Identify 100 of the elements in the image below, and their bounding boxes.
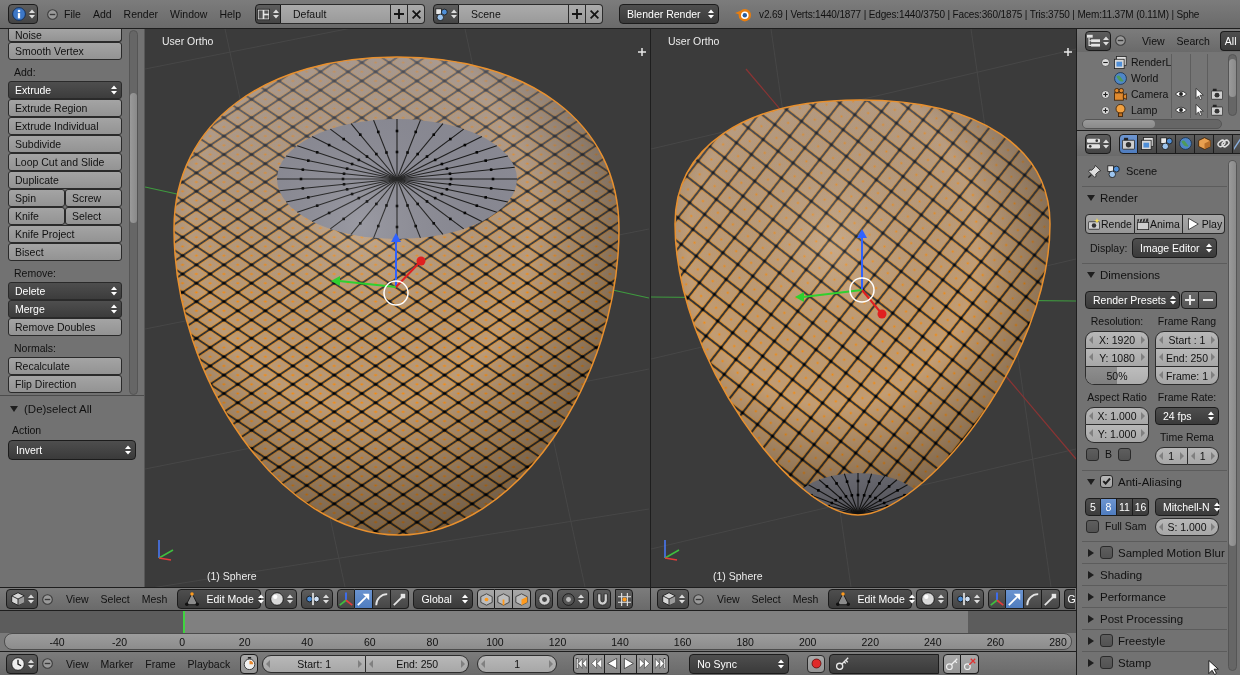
panel-header[interactable]: Stamp [1082, 652, 1227, 673]
sample-option[interactable]: 16 [1133, 498, 1149, 516]
transform-gizmo-icon[interactable] [795, 229, 887, 319]
tool-button[interactable]: Spin [8, 189, 65, 207]
render-action-button[interactable]: Anima [1134, 214, 1183, 234]
checkbox[interactable] [1100, 546, 1113, 559]
panel-header[interactable]: Sampled Motion Blur [1082, 542, 1227, 563]
scene-name-field[interactable]: Scene [459, 4, 570, 24]
properties-tab[interactable] [1119, 133, 1138, 154]
sync-dropdown[interactable]: No Sync [689, 653, 790, 674]
number-field[interactable]: End: 250 [1155, 349, 1219, 367]
end-frame-field[interactable]: End: 250 [366, 654, 470, 673]
add-button[interactable] [391, 4, 409, 24]
panel-header[interactable]: Shading [1082, 564, 1227, 585]
tool-dropdown[interactable]: Merge [8, 300, 122, 318]
keying-set-field[interactable] [829, 653, 940, 674]
number-field[interactable]: 1 [1155, 447, 1188, 465]
manipulator-button[interactable] [373, 589, 392, 609]
properties-tab[interactable] [1233, 133, 1240, 154]
scrollbar[interactable] [129, 30, 138, 395]
previous-key-button[interactable] [589, 653, 606, 674]
sample-option[interactable]: 5 [1085, 498, 1101, 516]
manipulator-toggle[interactable] [988, 589, 1007, 609]
pin-icon[interactable] [1088, 164, 1101, 178]
editor-type-button[interactable] [1085, 133, 1111, 154]
number-field[interactable]: X: 1920 [1085, 331, 1149, 349]
shading-dropdown[interactable] [916, 589, 949, 609]
minus-circle-icon[interactable] [42, 658, 53, 669]
plus-icon[interactable] [638, 48, 646, 56]
checkbox[interactable] [1100, 656, 1113, 669]
outliner-item[interactable]: World [1131, 72, 1159, 84]
shading-dropdown[interactable] [265, 589, 298, 609]
number-field[interactable]: S: 1.000 [1155, 518, 1219, 536]
tool-button[interactable]: Screw [65, 189, 122, 207]
properties-tab[interactable] [1138, 133, 1157, 154]
minus-circle-icon[interactable] [47, 8, 58, 20]
camera-icon[interactable] [1210, 104, 1223, 116]
edge-select-button[interactable] [495, 589, 514, 609]
scrollbar-thumb[interactable] [130, 93, 137, 223]
panel-header[interactable]: Performance [1082, 586, 1227, 607]
checkbox[interactable] [1086, 447, 1099, 461]
plus-icon[interactable] [1064, 48, 1072, 56]
menu-item[interactable]: File [58, 8, 87, 20]
tool-dropdown[interactable]: Delete [8, 282, 122, 300]
tool-button[interactable]: Extrude Individual [8, 117, 122, 135]
close-button[interactable] [586, 4, 604, 24]
editor-type-button[interactable] [8, 4, 38, 24]
scrollbar-thumb[interactable] [1229, 59, 1236, 97]
tool-button[interactable]: Select [65, 207, 122, 225]
menu-item[interactable]: Mesh [135, 593, 174, 605]
menu-item[interactable]: Playback [181, 657, 237, 670]
menu-item[interactable]: View [60, 593, 95, 605]
start-frame-field[interactable]: Start: 1 [262, 654, 367, 673]
manipulator-toggle[interactable] [337, 589, 356, 609]
eye-icon[interactable] [1175, 88, 1187, 100]
render-engine-dropdown[interactable]: Blender Render [619, 4, 720, 24]
editor-type-button[interactable] [6, 589, 38, 609]
transform-gizmo-icon[interactable] [331, 233, 426, 306]
context-label[interactable]: Scene [1126, 165, 1158, 177]
menu-item[interactable]: View [711, 593, 746, 605]
filter-dropdown[interactable]: Mitchell-N [1155, 498, 1219, 516]
mode-dropdown[interactable]: Edit Mode [177, 589, 262, 609]
pointer-arrow-icon[interactable] [1193, 104, 1205, 116]
menu-item[interactable]: Select [745, 593, 787, 605]
display-dropdown[interactable]: Image Editor [1132, 238, 1217, 258]
camera-icon[interactable] [1210, 88, 1223, 100]
menu-item[interactable]: Add [86, 8, 118, 20]
remove-preset-button[interactable] [1199, 291, 1217, 309]
expand-toggle-icon[interactable] [1101, 105, 1110, 115]
menu-item[interactable]: Render [117, 8, 165, 20]
panel-header[interactable]: (De)select All [8, 399, 136, 419]
proportional-edit-dropdown[interactable] [557, 589, 590, 609]
tool-button[interactable]: Noise [8, 29, 122, 42]
tool-button[interactable]: Flip Direction [8, 375, 122, 393]
number-field[interactable]: Y: 1080 [1085, 349, 1149, 367]
panel-header[interactable]: Freestyle [1082, 630, 1227, 651]
number-field[interactable]: Start : 1 [1155, 331, 1219, 349]
insert-keyframe-button[interactable] [943, 653, 962, 674]
number-field[interactable]: 1 [1187, 447, 1219, 465]
manipulator-button[interactable] [1024, 589, 1043, 609]
menu-item[interactable]: Select [94, 593, 136, 605]
properties-tab[interactable] [1214, 133, 1233, 154]
orientation-dropdown[interactable]: G [1064, 589, 1076, 609]
manipulator-button[interactable] [355, 589, 374, 609]
frame-rate-dropdown[interactable]: 24 fps [1155, 407, 1219, 425]
checkbox[interactable] [1100, 634, 1113, 647]
tool-button[interactable]: Subdivide [8, 135, 122, 153]
jump-end-button[interactable] [653, 653, 670, 674]
render-action-button[interactable]: Rende [1085, 214, 1135, 234]
menu-item[interactable]: View [1136, 34, 1171, 47]
scrollbar[interactable] [1228, 160, 1237, 671]
preview-range-button[interactable] [240, 653, 259, 674]
tool-button[interactable]: Loop Cut and Slide [8, 153, 122, 171]
snap-button[interactable] [593, 589, 612, 609]
properties-tab[interactable] [1157, 133, 1176, 154]
menu-item[interactable]: View [60, 657, 95, 670]
add-preset-button[interactable] [1181, 291, 1199, 309]
viewport[interactable]: User Ortho (1) Sphere [651, 29, 1076, 587]
menu-item[interactable]: Help [213, 8, 248, 20]
outliner-item[interactable]: Lamp [1131, 104, 1158, 116]
